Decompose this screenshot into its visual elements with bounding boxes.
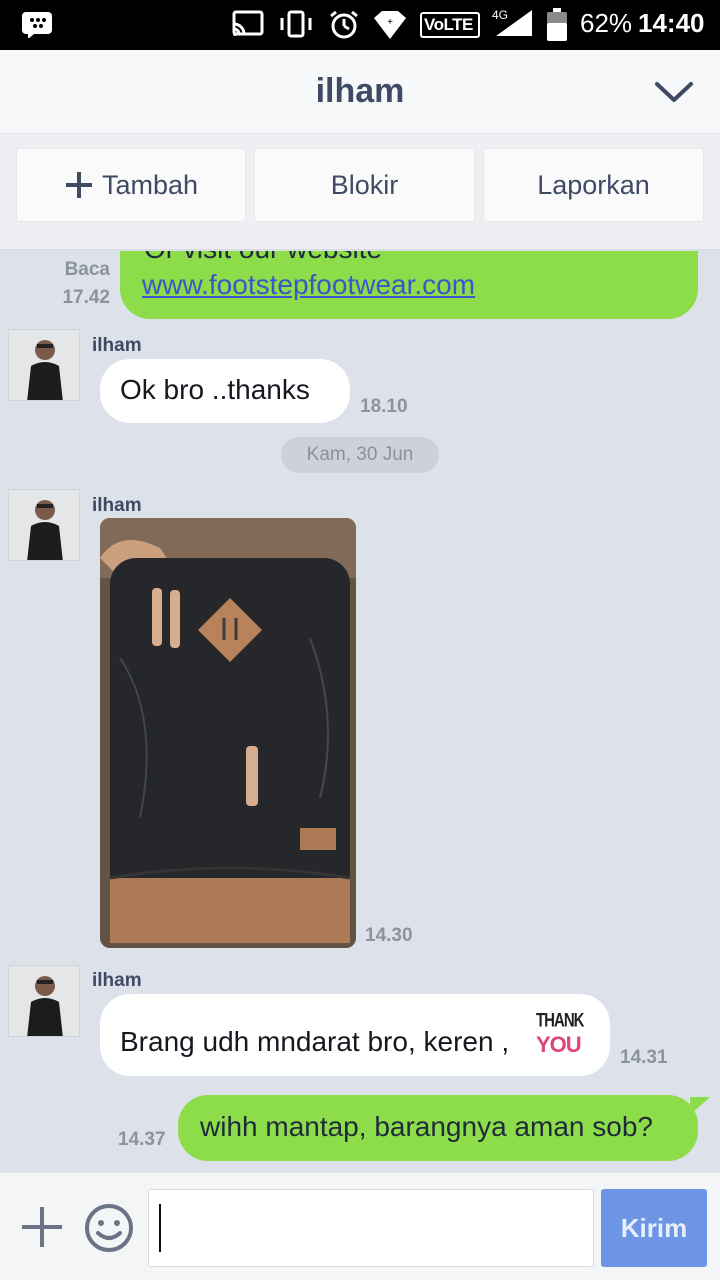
add-friend-label: Tambah: [101, 169, 199, 200]
message-bubble-incoming[interactable]: Brang udh mndarat bro, keren , THANK YOU: [100, 994, 610, 1076]
block-label: Blokir: [330, 169, 399, 200]
data-saver-icon: +: [372, 10, 408, 45]
message-bubble-outgoing[interactable]: Or visit our website www.footstepfootwea…: [120, 251, 698, 319]
message-time: 17.42: [62, 287, 110, 308]
input-bar: Kirim: [0, 1172, 720, 1280]
block-button[interactable]: Blokir: [254, 148, 475, 222]
message-text: Or visit our website: [144, 251, 382, 265]
message-time: 14.31: [620, 1047, 668, 1068]
bubble-tail: [690, 1097, 710, 1115]
report-label: Laporkan: [537, 169, 650, 200]
battery-icon: [546, 8, 568, 47]
message-input[interactable]: [148, 1189, 594, 1267]
read-receipt: Baca: [64, 259, 110, 280]
message-bubble-incoming[interactable]: Ok bro ..thanks: [100, 359, 350, 423]
send-button[interactable]: Kirim: [601, 1189, 707, 1267]
website-link[interactable]: www.footstepfootwear.com: [142, 269, 475, 301]
message-time: 14.30: [365, 925, 413, 946]
message-text: Ok bro ..thanks: [120, 374, 310, 405]
avatar[interactable]: [8, 489, 80, 561]
chevron-down-icon[interactable]: [654, 78, 694, 111]
svg-text:+: +: [387, 17, 393, 28]
action-bar: Tambah Blokir Laporkan: [0, 134, 720, 250]
plus-icon[interactable]: [20, 1205, 64, 1254]
chat-title: ilham: [315, 72, 405, 110]
plus-icon: [64, 170, 94, 200]
signal-icon: 4G: [492, 8, 534, 43]
photo-message[interactable]: [100, 518, 356, 948]
chat-header: ilham: [0, 50, 720, 134]
text-caret: [159, 1204, 161, 1252]
avatar[interactable]: [8, 329, 80, 401]
message-bubble-outgoing[interactable]: wihh mantap, barangnya aman sob?: [178, 1095, 698, 1161]
message-text: wihh mantap, barangnya aman sob?: [200, 1111, 653, 1142]
sender-name: ilham: [92, 970, 142, 991]
message-list[interactable]: Baca 17.42 Or visit our website www.foot…: [0, 251, 720, 1172]
battery-percent: 62%: [580, 8, 633, 38]
emoji-icon[interactable]: [84, 1203, 134, 1258]
message-text: Brang udh mndarat bro, keren ,: [120, 1026, 510, 1057]
alarm-icon: [328, 10, 360, 45]
clock: 14:40: [638, 8, 705, 38]
bbm-icon: [22, 12, 52, 43]
vibrate-icon: [278, 10, 314, 43]
message-time: 14.37: [118, 1129, 166, 1150]
sender-name: ilham: [92, 335, 142, 356]
message-time: 18.10: [360, 396, 408, 417]
date-separator: Kam, 30 Jun: [281, 437, 439, 473]
report-button[interactable]: Laporkan: [483, 148, 704, 222]
add-friend-button[interactable]: Tambah: [16, 148, 246, 222]
cast-icon: [232, 10, 264, 43]
volte-badge: VoLTE: [420, 12, 480, 38]
status-bar: + VoLTE 4G 62% 14:40: [0, 0, 720, 50]
avatar[interactable]: [8, 965, 80, 1037]
sender-name: ilham: [92, 495, 142, 516]
thank-you-sticker: THANK YOU: [536, 1009, 584, 1057]
